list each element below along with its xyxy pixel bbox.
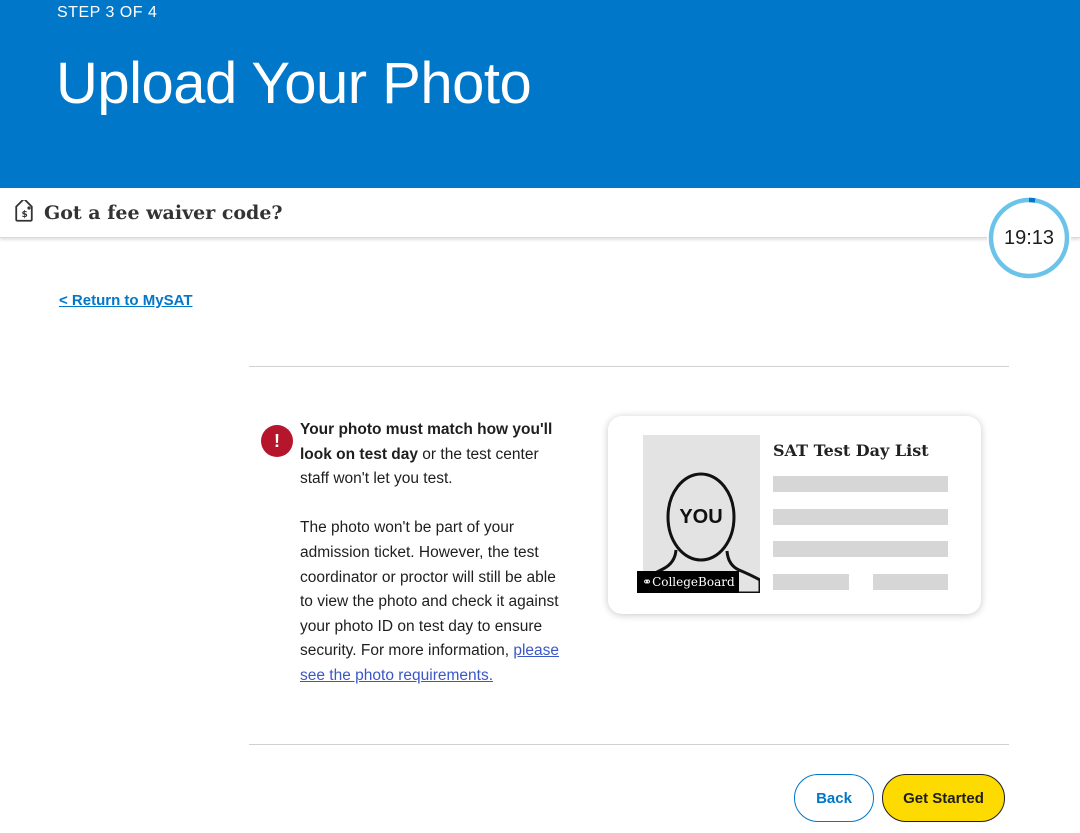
exclamation-alert-icon: ! bbox=[261, 425, 293, 457]
svg-text:$: $ bbox=[22, 210, 28, 220]
divider bbox=[249, 744, 1009, 745]
return-to-mysat-link[interactable]: < Return to MySAT bbox=[59, 292, 192, 309]
placeholder-line bbox=[773, 476, 948, 492]
divider bbox=[249, 366, 1009, 367]
notice-body-text: The photo won't be part of your admissio… bbox=[300, 519, 559, 660]
photo-notice: Your photo must match how you'll look on… bbox=[300, 418, 570, 713]
person-silhouette-icon: YOU bbox=[643, 472, 760, 593]
card-title: SAT Test Day List bbox=[773, 441, 929, 460]
fee-waiver-bar[interactable]: $ Got a fee waiver code? bbox=[0, 188, 1080, 238]
timer-value: 19:13 bbox=[1003, 227, 1055, 249]
notice-paragraph-2: The photo won't be part of your admissio… bbox=[300, 516, 570, 688]
step-indicator: STEP 3 OF 4 bbox=[57, 4, 158, 21]
test-day-list-card: YOU ⚭CollegeBoard SAT Test Day List bbox=[608, 416, 981, 614]
page-header: STEP 3 OF 4 Upload Your Photo bbox=[0, 0, 1080, 188]
back-button[interactable]: Back bbox=[794, 774, 874, 822]
get-started-button[interactable]: Get Started bbox=[882, 774, 1005, 822]
logo-text: CollegeBoard bbox=[652, 575, 735, 589]
page-title: Upload Your Photo bbox=[56, 51, 532, 116]
you-label: YOU bbox=[679, 506, 722, 528]
acorn-icon: ⚭ bbox=[642, 575, 653, 589]
fee-waiver-link[interactable]: Got a fee waiver code? bbox=[44, 202, 283, 224]
placeholder-line bbox=[773, 574, 849, 590]
placeholder-line bbox=[873, 574, 948, 590]
countdown-timer: 19:13 bbox=[987, 196, 1071, 280]
placeholder-line bbox=[773, 541, 948, 557]
tag-dollar-icon: $ bbox=[11, 197, 37, 226]
collegeboard-logo: ⚭CollegeBoard bbox=[637, 571, 739, 593]
notice-paragraph-1: Your photo must match how you'll look on… bbox=[300, 418, 570, 492]
sample-photo: YOU bbox=[643, 435, 760, 593]
placeholder-line bbox=[773, 509, 948, 525]
